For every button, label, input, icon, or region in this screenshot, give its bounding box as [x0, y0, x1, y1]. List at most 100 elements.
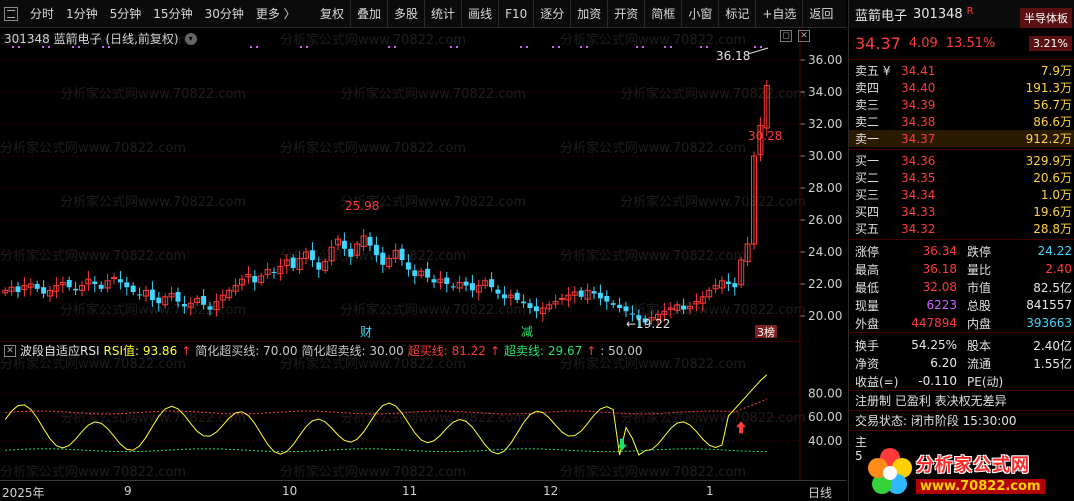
bid-row[interactable]: 买一 34.36 329.9万	[849, 152, 1074, 169]
fuquan-button[interactable]: 复权	[314, 0, 350, 27]
flower-icon	[868, 448, 912, 494]
x-label-12: 12	[543, 484, 559, 498]
kaizi-button[interactable]: 开资	[607, 0, 644, 27]
mark-button[interactable]: 标记	[718, 0, 755, 27]
tab-30min[interactable]: 30分钟	[199, 0, 250, 27]
candle-body	[514, 292, 520, 300]
close-indicator-icon[interactable]: ✕	[4, 344, 16, 357]
ask-row[interactable]: 卖四 34.40 191.3万	[849, 79, 1074, 96]
statistics-button[interactable]: 统计	[424, 0, 461, 27]
candle-body	[175, 292, 181, 302]
candle-body	[495, 289, 501, 294]
stat-value: 24.22	[1037, 244, 1072, 258]
logo-title: 分析家公式网	[916, 455, 1030, 476]
sector-pct-badge: 3.21%	[1029, 36, 1072, 51]
bid-row[interactable]: 买五 34.32 28.8万	[849, 220, 1074, 237]
candle-body	[149, 289, 155, 300]
bid-price: 34.32	[901, 221, 936, 236]
candle-body	[15, 286, 21, 292]
stat-value: 36.18	[922, 262, 957, 276]
menu-icon[interactable]	[4, 6, 18, 21]
ask-row[interactable]: 卖二 34.38 86.6万	[849, 113, 1074, 130]
stat-key: 净资	[855, 356, 880, 371]
chart-title-bar: 301348 蓝箭电子 (日线,前复权) ▾	[4, 30, 197, 47]
add-watchlist-button[interactable]: +自选	[755, 0, 802, 27]
ask-volume: 912.2万	[1025, 132, 1072, 146]
candle-body	[725, 281, 731, 284]
price-change: 4.09	[908, 36, 938, 51]
candle-body	[629, 313, 635, 315]
candle-body	[252, 276, 258, 283]
stat-key: 内盘	[967, 316, 992, 331]
price-tick-label: 30.00	[808, 149, 842, 163]
tab-1min[interactable]: 1分钟	[60, 0, 104, 27]
bid-price: 34.35	[901, 170, 936, 185]
tab-5min[interactable]: 5分钟	[104, 0, 148, 27]
annotation-high: 36.18	[716, 49, 750, 63]
bid-label: 买四	[855, 205, 880, 219]
stat-key: 总股	[967, 298, 992, 313]
stat-value: 36.34	[922, 244, 957, 258]
bid-row[interactable]: 买二 34.35 20.6万	[849, 169, 1074, 186]
candle-body	[380, 252, 386, 265]
candle-body	[201, 296, 207, 305]
mid-line: : 50.00	[600, 343, 643, 358]
f10-button[interactable]: F10	[498, 0, 533, 27]
x-label-9: 9	[124, 484, 132, 498]
tab-15min[interactable]: 15分钟	[147, 0, 198, 27]
candle-body	[373, 244, 379, 256]
simp-overbuy: 简化超买线: 70.00	[195, 344, 298, 358]
period-group: 分时 1分钟 5分钟 15分钟 30分钟 更多 〉	[0, 0, 302, 27]
tab-fenshi[interactable]: 分时	[24, 0, 60, 27]
ask-price: 34.39	[901, 97, 936, 112]
candle-body	[271, 272, 277, 273]
rsi-tick-label: 60.00	[808, 410, 842, 424]
rsi-tick-label: 40.00	[808, 434, 842, 448]
ask-price: 34.38	[901, 114, 936, 129]
stat-key: 流通	[967, 356, 992, 371]
bid-row[interactable]: 买四 34.33 19.6万	[849, 203, 1074, 220]
x-label-1: 1	[706, 484, 714, 498]
candle-body	[137, 294, 143, 296]
close-icon[interactable]: ✕	[798, 30, 810, 42]
signal-dot	[706, 46, 708, 48]
annotation-low: ←19.22	[626, 317, 670, 331]
bid-volume: 19.6万	[1033, 205, 1072, 219]
zhufen-button[interactable]: 逐分	[533, 0, 570, 27]
restore-icon[interactable]: ◻	[780, 30, 792, 42]
candle-body	[469, 283, 475, 291]
simp-oversell: 简化超卖线: 30.00	[301, 344, 404, 358]
period-label[interactable]: 日线	[808, 484, 832, 501]
ask-row[interactable]: 卖五 ¥ 34.41 7.9万	[849, 62, 1074, 79]
stat-value: 2.40亿	[1033, 338, 1072, 353]
price-tick-label: 32.00	[808, 117, 842, 131]
stat-value: 447894	[911, 316, 957, 330]
kline-svg[interactable]: 分析家公式网www.70822.com 分析家公式网www.70822.com 分析…	[0, 28, 846, 480]
chevron-down-icon[interactable]: ▾	[184, 32, 197, 45]
multi-stock-button[interactable]: 多股	[387, 0, 424, 27]
ask-row[interactable]: 卖一 34.37 912.2万	[849, 130, 1074, 147]
x-label-11: 11	[402, 484, 418, 498]
stat-key: 收益(=)	[855, 374, 899, 389]
small-window-button[interactable]: 小窗	[681, 0, 718, 27]
kline-chart-area[interactable]: 分析家公式网www.70822.com 分析家公式网www.70822.com 分析…	[0, 28, 846, 501]
up-arrow-icon: ↑	[586, 343, 597, 358]
sector-badge[interactable]: 半导体板	[1020, 8, 1072, 28]
ask-row[interactable]: 卖三 34.39 56.7万	[849, 96, 1074, 113]
stat-value: -0.110	[918, 374, 957, 388]
indicator-name[interactable]: 波段自适应RSI	[20, 342, 100, 359]
draw-line-button[interactable]: 画线	[461, 0, 498, 27]
watermark-text: 分析家公式网www.70822.com	[60, 86, 246, 102]
signal-dot	[670, 46, 672, 48]
bid-volume: 20.6万	[1033, 171, 1072, 185]
simple-frame-button[interactable]: 简框	[644, 0, 681, 27]
trade-status: 交易状态: 闭市阶段 15:30:00	[849, 410, 1074, 430]
jiazi-button[interactable]: 加资	[570, 0, 607, 27]
back-button[interactable]: 返回	[802, 0, 839, 27]
overlay-button[interactable]: 叠加	[350, 0, 387, 27]
logo-url[interactable]: www.70822.com	[916, 479, 1045, 494]
rsi-value: RSI值: 93.86	[103, 344, 178, 358]
bid-row[interactable]: 买三 34.34 1.0万	[849, 186, 1074, 203]
bid-volume: 1.0万	[1040, 188, 1072, 202]
tab-more[interactable]: 更多 〉	[250, 0, 302, 27]
